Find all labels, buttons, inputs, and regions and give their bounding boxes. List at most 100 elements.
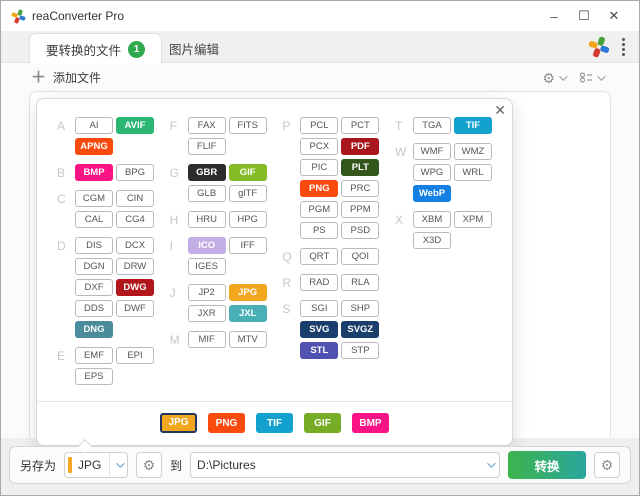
dialog-close-icon[interactable]: ✕ xyxy=(494,102,506,119)
format-dgn-button[interactable]: DGN xyxy=(75,258,113,275)
format-dds-button[interactable]: DDS xyxy=(75,300,113,317)
format-dxf-button[interactable]: DXF xyxy=(75,279,113,296)
format-wpg-button[interactable]: WPG xyxy=(412,164,451,181)
convert-settings-button[interactable]: ⚙ xyxy=(594,452,620,478)
format-hru-button[interactable]: HRU xyxy=(187,211,226,228)
format-shp-button[interactable]: SHP xyxy=(341,300,380,317)
tab-files-to-convert[interactable]: 要转换的文件 1 xyxy=(29,33,163,64)
format-pcx-button[interactable]: PCX xyxy=(300,138,339,155)
format-row: PCX PDF xyxy=(282,138,380,155)
dropdown-chevron[interactable] xyxy=(109,453,127,477)
format-cg4-button[interactable]: CG4 xyxy=(116,211,154,228)
close-button[interactable]: ✕ xyxy=(599,3,629,29)
gear-icon: ⚙ xyxy=(142,457,156,473)
format-avif-button[interactable]: AVIF xyxy=(116,117,154,134)
format-tga-button[interactable]: TGA xyxy=(412,117,451,134)
format-jp2-button[interactable]: JP2 xyxy=(187,284,226,301)
add-files-button[interactable]: ＋ 添加文件 xyxy=(31,69,101,86)
format-jxr-button[interactable]: JXR xyxy=(187,305,226,322)
format-dcx-button[interactable]: DCX xyxy=(116,237,154,254)
group-letter: A xyxy=(57,118,66,133)
format-row: B BMP BPG xyxy=(57,164,154,181)
format-pct-button[interactable]: PCT xyxy=(341,117,380,134)
convert-button[interactable]: 转换 xyxy=(508,451,586,479)
format-cin-button[interactable]: CIN xyxy=(116,190,154,207)
format-svgz-button[interactable]: SVGZ xyxy=(341,321,380,338)
format-eps-button[interactable]: EPS xyxy=(75,368,113,385)
format-ico-button[interactable]: ICO xyxy=(187,237,226,254)
format-mtv-button[interactable]: MTV xyxy=(228,331,267,348)
dropdown-chevron[interactable] xyxy=(481,453,499,477)
view-settings-dropdown[interactable]: ⚙ xyxy=(542,71,568,85)
maximize-button[interactable]: ☐ xyxy=(569,3,599,29)
menu-kebab-icon[interactable] xyxy=(618,35,629,59)
format-qoi-button[interactable]: QOI xyxy=(341,248,380,265)
popular-format-bmp-button[interactable]: BMP xyxy=(352,413,389,433)
format-hpg-button[interactable]: HPG xyxy=(228,211,267,228)
format-wmf-button[interactable]: WMF xyxy=(412,143,451,160)
format-epi-button[interactable]: EPI xyxy=(116,347,154,364)
format-column: P PCL PCT PCX PDF PIC PLT PNG PRC PGM PPM PS PSD Q QRT… xyxy=(282,117,380,394)
format-gif-button[interactable]: GIF xyxy=(228,164,267,181)
sort-order-dropdown[interactable] xyxy=(579,71,606,83)
format-x3d-button[interactable]: X3D xyxy=(412,232,451,249)
format-gbr-button[interactable]: GBR xyxy=(187,164,226,181)
format-dwg-button[interactable]: DWG xyxy=(116,279,154,296)
format-cgm-button[interactable]: CGM xyxy=(75,190,113,207)
output-format-select[interactable]: JPG xyxy=(64,452,129,478)
format-drw-button[interactable]: DRW xyxy=(116,258,154,275)
format-bpg-button[interactable]: BPG xyxy=(116,164,154,181)
format-iff-button[interactable]: IFF xyxy=(228,237,267,254)
format-stp-button[interactable]: STP xyxy=(341,342,380,359)
format-qrt-button[interactable]: QRT xyxy=(300,248,339,265)
format-bmp-button[interactable]: BMP xyxy=(75,164,113,181)
format-dis-button[interactable]: DIS xyxy=(75,237,113,254)
format-gltf-button[interactable]: glTF xyxy=(228,185,267,202)
format-glb-button[interactable]: GLB xyxy=(187,185,226,202)
format-rla-button[interactable]: RLA xyxy=(341,274,380,291)
format-sgi-button[interactable]: SGI xyxy=(300,300,339,317)
format-webp-button[interactable]: WebP xyxy=(412,185,451,202)
format-pdf-button[interactable]: PDF xyxy=(341,138,380,155)
format-png-button[interactable]: PNG xyxy=(300,180,339,197)
format-xbm-button[interactable]: XBM xyxy=(412,211,451,228)
format-row: M MIF MTV xyxy=(170,331,267,348)
format-fits-button[interactable]: FITS xyxy=(228,117,267,134)
format-fax-button[interactable]: FAX xyxy=(187,117,226,134)
format-jxl-button[interactable]: JXL xyxy=(228,305,267,322)
minimize-button[interactable]: – xyxy=(539,3,569,29)
popular-format-gif-button[interactable]: GIF xyxy=(304,413,341,433)
format-pcl-button[interactable]: PCL xyxy=(300,117,339,134)
format-psd-button[interactable]: PSD xyxy=(341,222,380,239)
format-mif-button[interactable]: MIF xyxy=(187,331,226,348)
format-emf-button[interactable]: EMF xyxy=(75,347,113,364)
popular-format-png-button[interactable]: PNG xyxy=(208,413,245,433)
tab-image-editing[interactable]: 图片编辑 xyxy=(153,33,235,64)
format-apng-button[interactable]: APNG xyxy=(75,138,113,155)
popular-format-jpg-button[interactable]: JPG xyxy=(160,413,197,433)
format-xpm-button[interactable]: XPM xyxy=(453,211,492,228)
format-ps-button[interactable]: PS xyxy=(300,222,339,239)
format-svg-button[interactable]: SVG xyxy=(300,321,339,338)
format-ppm-button[interactable]: PPM xyxy=(341,201,380,218)
format-group-B: B BMP BPG xyxy=(57,164,154,185)
format-pic-button[interactable]: PIC xyxy=(300,159,339,176)
format-wmz-button[interactable]: WMZ xyxy=(453,143,492,160)
format-dng-button[interactable]: DNG xyxy=(75,321,113,338)
format-dwf-button[interactable]: DWF xyxy=(116,300,154,317)
popular-format-tif-button[interactable]: TIF xyxy=(256,413,293,433)
format-plt-button[interactable]: PLT xyxy=(341,159,380,176)
format-cal-button[interactable]: CAL xyxy=(75,211,113,228)
format-ai-button[interactable]: AI xyxy=(75,117,113,134)
format-stl-button[interactable]: STL xyxy=(300,342,339,359)
format-prc-button[interactable]: PRC xyxy=(341,180,380,197)
format-iges-button[interactable]: IGES xyxy=(187,258,226,275)
format-settings-button[interactable]: ⚙ xyxy=(136,452,163,478)
format-flif-button[interactable]: FLIF xyxy=(187,138,226,155)
format-wrl-button[interactable]: WRL xyxy=(453,164,492,181)
destination-folder-select[interactable]: D:\Pictures xyxy=(190,452,500,478)
format-jpg-button[interactable]: JPG xyxy=(228,284,267,301)
format-rad-button[interactable]: RAD xyxy=(300,274,339,291)
format-tif-button[interactable]: TIF xyxy=(453,117,492,134)
format-pgm-button[interactable]: PGM xyxy=(300,201,339,218)
